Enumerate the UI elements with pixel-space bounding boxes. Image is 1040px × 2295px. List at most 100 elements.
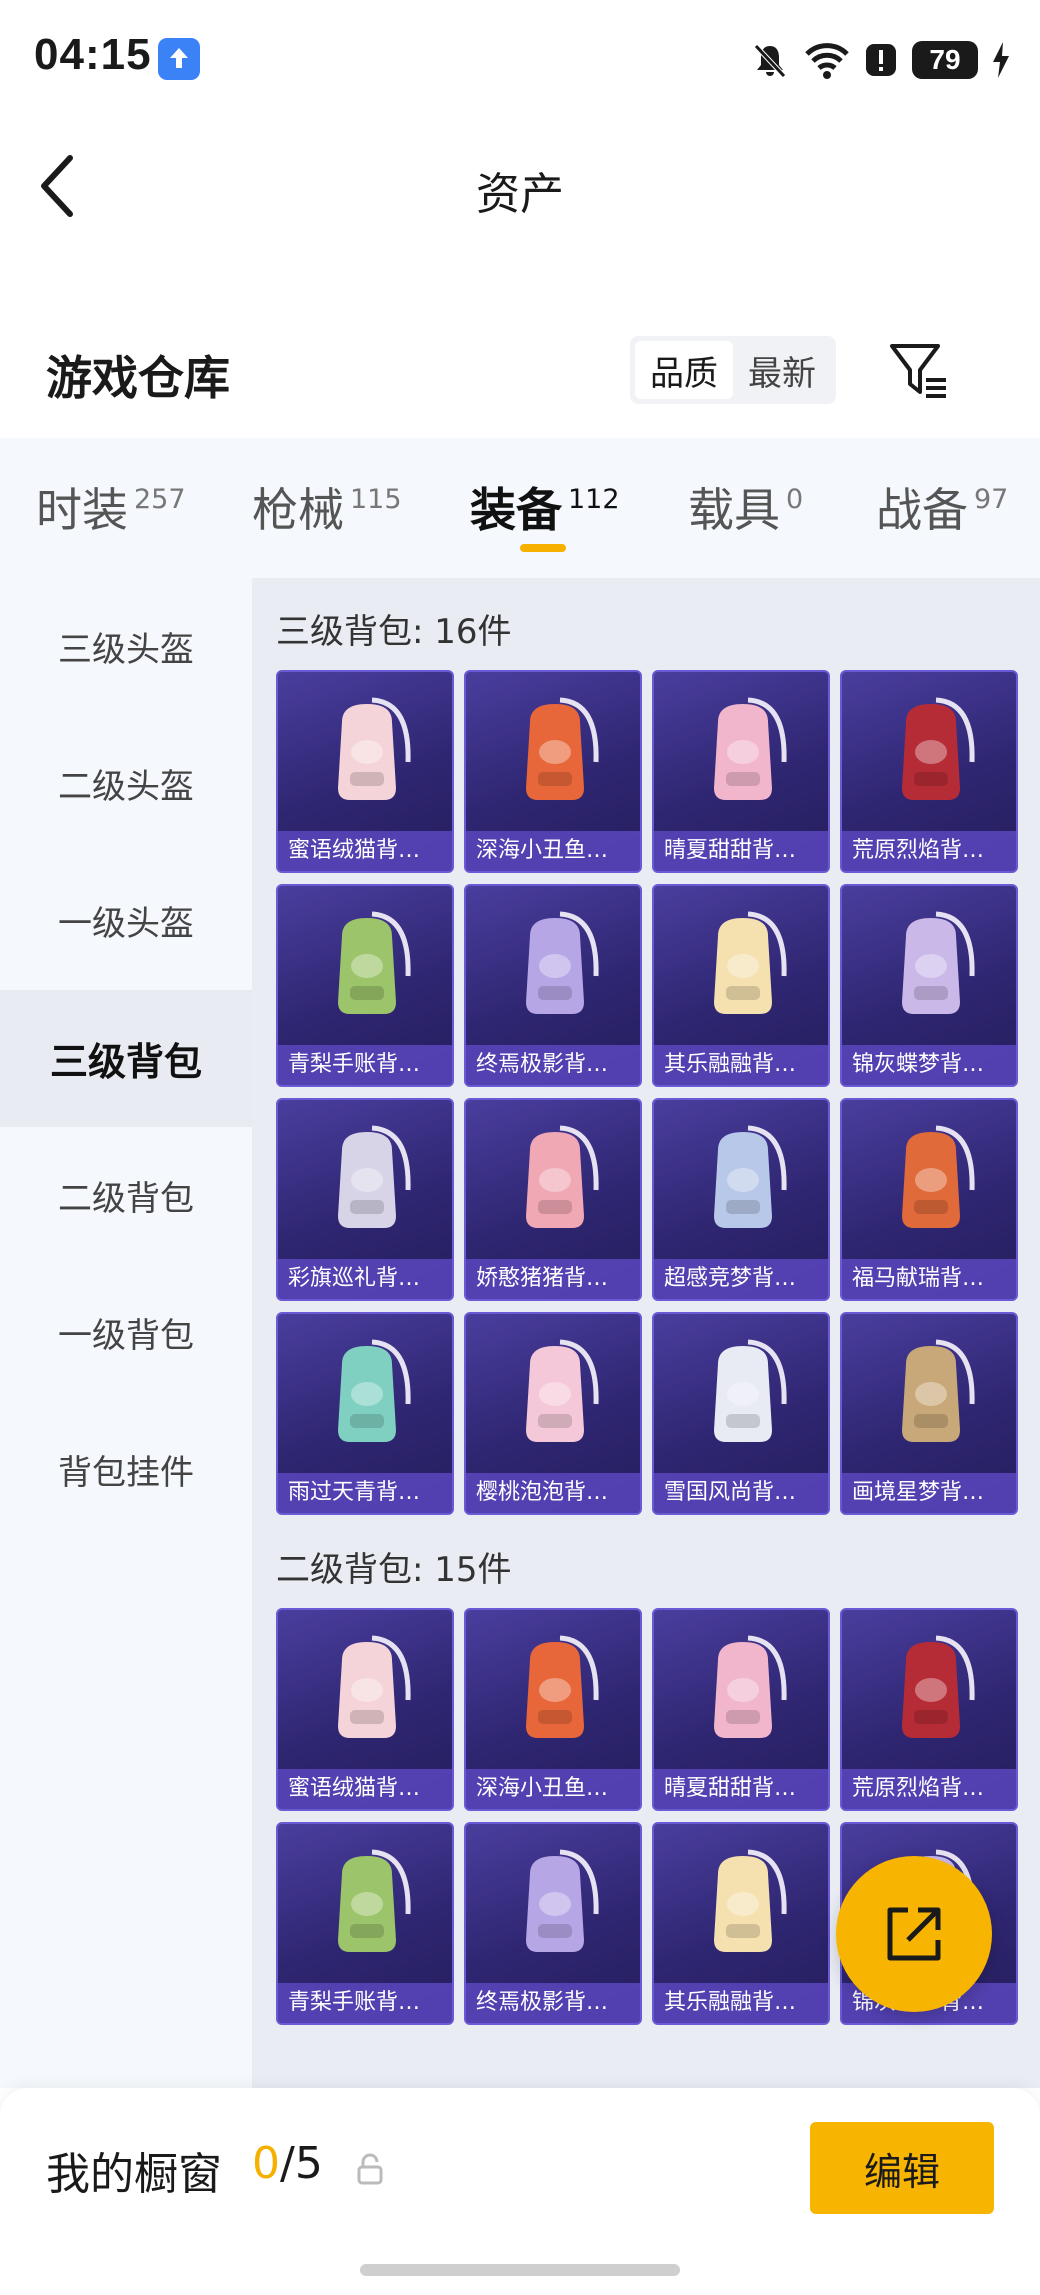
item-name: 晴夏甜甜背… [654, 1769, 828, 1809]
item-name: 超感竞梦背… [654, 1259, 828, 1299]
battery-level: 79 [912, 41, 978, 79]
active-tab-indicator [520, 544, 566, 552]
item-name: 青梨手账背… [278, 1983, 452, 2023]
item-card[interactable]: 彩旗巡礼背… [276, 1098, 454, 1301]
item-card[interactable]: 晴夏甜甜背… [652, 1608, 830, 1811]
item-card[interactable]: 福马献瑞背… [840, 1098, 1018, 1301]
side-category-nav: 三级头盔 二级头盔 一级头盔 三级背包 二级背包 一级背包 背包挂件 [0, 578, 252, 2088]
item-card[interactable]: 终焉极影背… [464, 1822, 642, 2025]
showcase-bar: 我的橱窗 0/5 编辑 [0, 2088, 1040, 2295]
item-card[interactable]: 晴夏甜甜背… [652, 670, 830, 873]
item-card[interactable]: 深海小丑鱼… [464, 670, 642, 873]
backpack-icon [526, 697, 599, 800]
backpack-icon [902, 697, 975, 800]
filter-button[interactable] [888, 340, 950, 402]
home-indicator [360, 2264, 680, 2276]
backpack-icon [526, 1849, 599, 1952]
backpack-icon [902, 911, 975, 1014]
warehouse-title: 游戏仓库 [46, 351, 230, 405]
item-card[interactable]: 雪国风尚背… [652, 1312, 830, 1515]
item-name: 其乐融融背… [654, 1045, 828, 1085]
item-card[interactable]: 樱桃泡泡背… [464, 1312, 642, 1515]
backpack-icon [526, 1635, 599, 1738]
item-name: 终焉极影背… [466, 1045, 640, 1085]
backpack-icon [714, 1849, 787, 1952]
item-name: 其乐融融背… [654, 1983, 828, 2023]
item-name: 彩旗巡礼背… [278, 1259, 452, 1299]
item-name: 深海小丑鱼… [466, 831, 640, 871]
backpack-icon [526, 1339, 599, 1442]
warehouse-header: 游戏仓库 品质 最新 [0, 318, 1040, 424]
status-time: 04:15 [34, 30, 152, 79]
backpack-icon [902, 1125, 975, 1228]
item-name: 锦灰蝶梦背… [842, 1045, 1016, 1085]
category-tabs: 时装 257 枪械 115 装备 112 载具 0 战备 97 [0, 438, 1040, 578]
backpack-icon [714, 911, 787, 1014]
side-item-backpack-3[interactable]: 三级背包 [0, 990, 252, 1127]
share-fab[interactable] [836, 1856, 992, 2012]
item-name: 晴夏甜甜背… [654, 831, 828, 871]
backpack-icon [338, 1635, 411, 1738]
item-card[interactable]: 锦灰蝶梦背… [840, 884, 1018, 1087]
status-bar: 04:15 79 [0, 0, 1040, 118]
tab-weapons[interactable]: 枪械 115 [252, 474, 402, 540]
item-card[interactable]: 画境星梦背… [840, 1312, 1018, 1515]
side-item-helmet-1[interactable]: 一级头盔 [0, 852, 252, 989]
backpack-icon [902, 1635, 975, 1738]
status-icons: 79 [750, 36, 1010, 84]
tab-equipment[interactable]: 装备 112 [470, 474, 620, 540]
item-card[interactable]: 青梨手账背… [276, 1822, 454, 2025]
item-name: 樱桃泡泡背… [466, 1473, 640, 1513]
item-name: 蜜语绒猫背… [278, 1769, 452, 1809]
tab-supplies[interactable]: 战备 97 [876, 474, 1008, 540]
side-item-helmet-2[interactable]: 二级头盔 [0, 715, 252, 852]
section-title-backpack-3: 三级背包: 16件 [276, 612, 512, 652]
side-item-backpack-1[interactable]: 一级背包 [0, 1264, 252, 1401]
lock-icon [357, 2153, 383, 2185]
item-name: 青梨手账背… [278, 1045, 452, 1085]
tab-vehicles[interactable]: 载具 0 [688, 474, 803, 540]
item-name: 雪国风尚背… [654, 1473, 828, 1513]
filter-icon [890, 344, 946, 398]
backpack-icon [714, 1339, 787, 1442]
backpack-icon [338, 911, 411, 1014]
backpack-icon [338, 1849, 411, 1952]
item-name: 雨过天青背… [278, 1473, 452, 1513]
charging-icon [992, 42, 1010, 78]
item-name: 终焉极影背… [466, 1983, 640, 2023]
backpack-icon [338, 1339, 411, 1442]
item-name: 荒原烈焰背… [842, 831, 1016, 871]
showcase-label: 我的橱窗 [46, 2149, 222, 2200]
sort-by-newest[interactable]: 最新 [733, 341, 831, 399]
item-card[interactable]: 超感竞梦背… [652, 1098, 830, 1301]
item-name: 福马献瑞背… [842, 1259, 1016, 1299]
side-item-backpack-2[interactable]: 二级背包 [0, 1127, 252, 1264]
side-item-helmet-3[interactable]: 三级头盔 [0, 578, 252, 715]
alert-icon [864, 40, 898, 80]
item-name: 娇憨猪猪背… [466, 1259, 640, 1299]
item-card[interactable]: 雨过天青背… [276, 1312, 454, 1515]
backpack-icon [338, 1125, 411, 1228]
backpack-icon [714, 1125, 787, 1228]
sort-by-quality[interactable]: 品质 [635, 341, 733, 399]
backpack-icon [902, 1339, 975, 1442]
edit-button[interactable]: 编辑 [810, 2122, 994, 2214]
item-card[interactable]: 荒原烈焰背… [840, 1608, 1018, 1811]
backpack-icon [338, 697, 411, 800]
item-card[interactable]: 其乐融融背… [652, 884, 830, 1087]
side-item-backpack-charm[interactable]: 背包挂件 [0, 1401, 252, 1538]
upload-app-icon [158, 38, 200, 80]
item-card[interactable]: 其乐融融背… [652, 1822, 830, 2025]
backpack-icon [526, 1125, 599, 1228]
item-card[interactable]: 蜜语绒猫背… [276, 1608, 454, 1811]
item-card[interactable]: 终焉极影背… [464, 884, 642, 1087]
item-card[interactable]: 青梨手账背… [276, 884, 454, 1087]
backpack-icon [714, 1635, 787, 1738]
item-name: 蜜语绒猫背… [278, 831, 452, 871]
tab-fashion[interactable]: 时装 257 [36, 474, 186, 540]
item-card[interactable]: 荒原烈焰背… [840, 670, 1018, 873]
item-card[interactable]: 娇憨猪猪背… [464, 1098, 642, 1301]
item-card[interactable]: 深海小丑鱼… [464, 1608, 642, 1811]
item-card[interactable]: 蜜语绒猫背… [276, 670, 454, 873]
sort-toggle: 品质 最新 [630, 336, 836, 404]
